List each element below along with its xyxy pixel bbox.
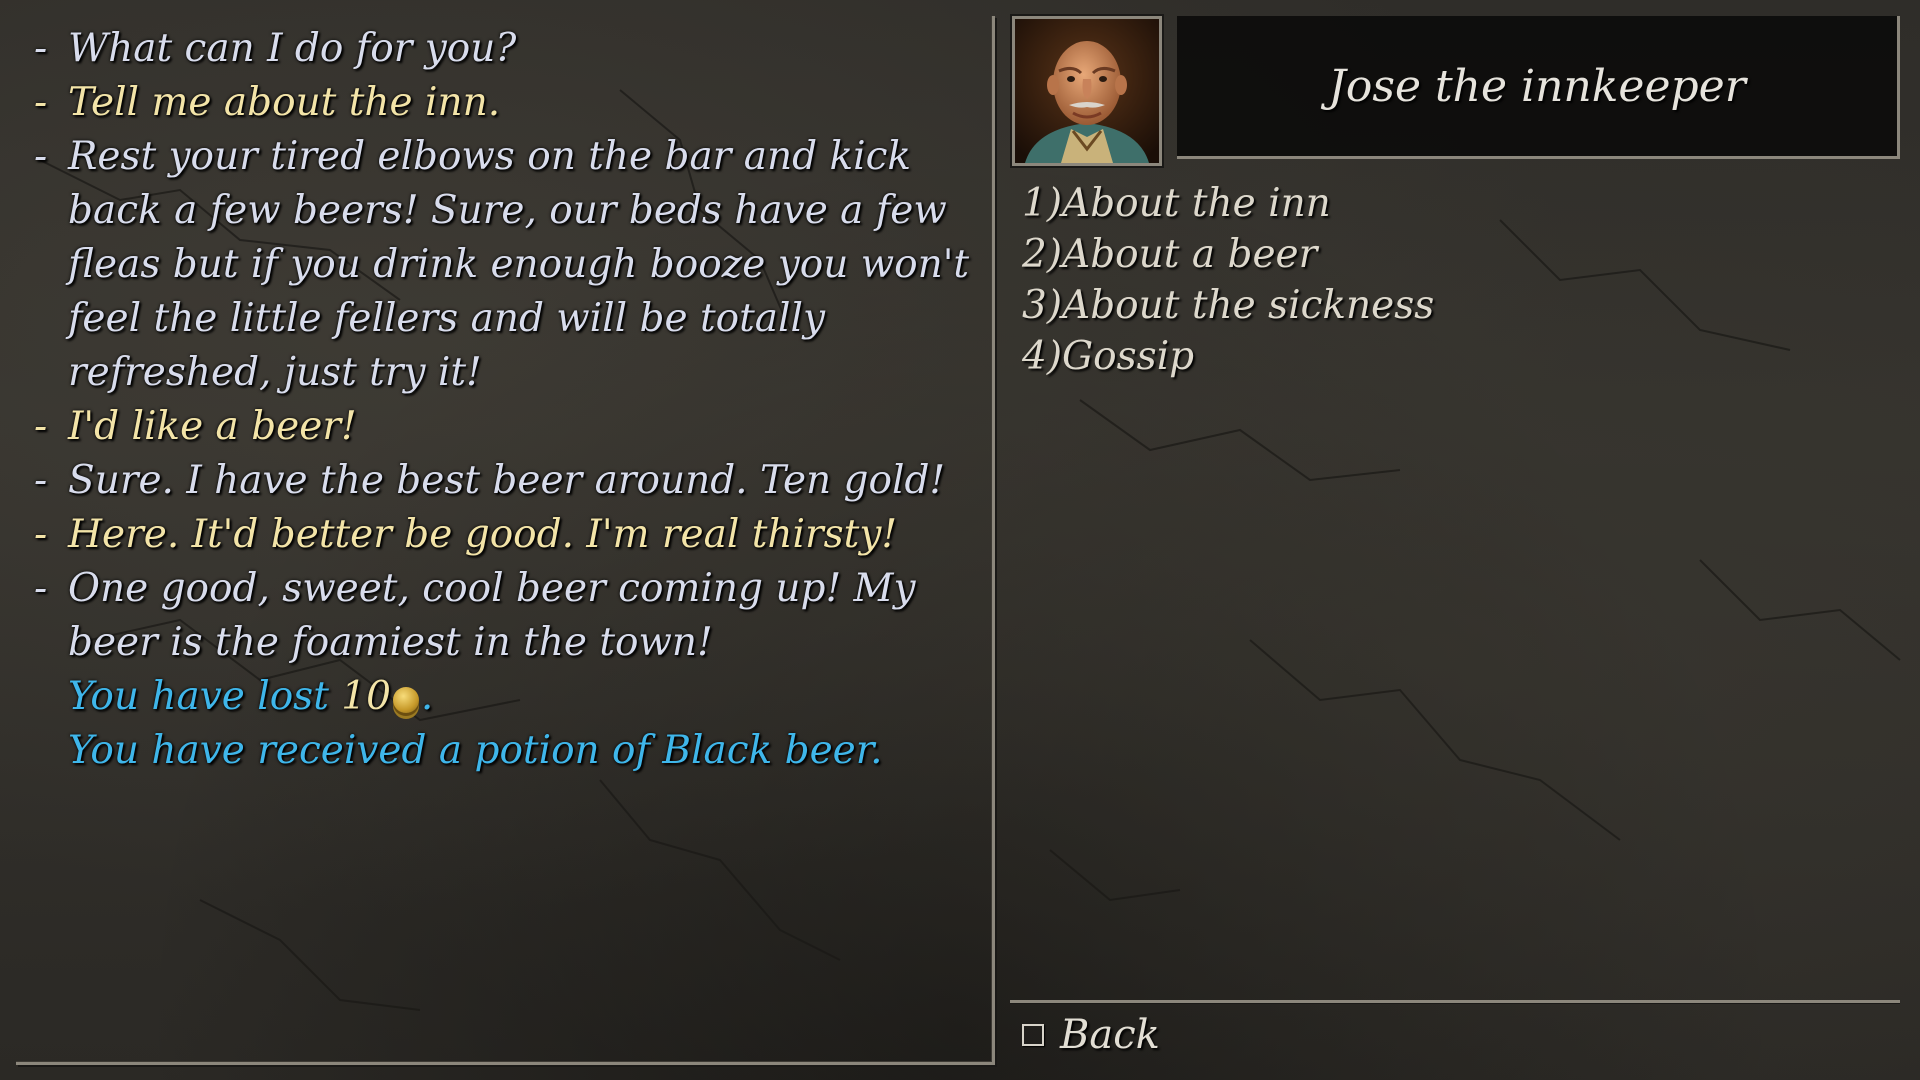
option-label: Gossip: [1062, 334, 1195, 379]
log-text: Sure. I have the best beer around. Ten g…: [68, 458, 946, 503]
option-label: About the inn: [1062, 181, 1331, 226]
log-text: Tell me about the inn.: [68, 80, 501, 125]
log-text: One good, sweet, cool beer coming up! My…: [68, 566, 916, 665]
innkeeper-portrait: [1012, 16, 1162, 166]
npc-name-banner: Jose the innkeeper: [1177, 16, 1900, 159]
option-label: About the sickness: [1062, 283, 1435, 328]
log-dash: -: [34, 26, 48, 71]
checkbox-icon: [1022, 1024, 1044, 1046]
system-text: You have received a potion of Black beer…: [68, 728, 883, 773]
log-dash: -: [34, 512, 48, 557]
dialog-log: - What can I do for you? - Tell me about…: [28, 22, 988, 778]
dialog-option-about-sickness[interactable]: 3)About the sickness: [1022, 280, 1882, 331]
dialog-option-about-beer[interactable]: 2)About a beer: [1022, 229, 1882, 280]
gold-coin-icon: [392, 687, 419, 713]
log-text: What can I do for you?: [68, 26, 517, 71]
log-dash: -: [34, 404, 48, 449]
gold-amount: 10: [341, 674, 391, 719]
log-dash: -: [34, 134, 48, 179]
log-line: - Here. It'd better be good. I'm real th…: [28, 508, 988, 562]
option-number: 3): [1022, 283, 1063, 328]
log-line: - Sure. I have the best beer around. Ten…: [28, 454, 988, 508]
log-text: I'd like a beer!: [68, 404, 357, 449]
dialog-option-gossip[interactable]: 4)Gossip: [1022, 331, 1882, 382]
option-label: About a beer: [1062, 232, 1318, 277]
log-line: - What can I do for you?: [28, 22, 988, 76]
back-label: Back: [1060, 1012, 1160, 1058]
option-number: 4): [1022, 334, 1063, 379]
npc-name: Jose the innkeeper: [1328, 60, 1746, 112]
log-line: - One good, sweet, cool beer coming up! …: [28, 562, 988, 670]
option-number: 1): [1022, 181, 1063, 226]
system-message-gold-lost: You have lost 10.: [28, 670, 988, 724]
log-text: Rest your tired elbows on the bar and ki…: [68, 134, 970, 395]
dialog-options-list: 1)About the inn 2)About a beer 3)About t…: [1022, 178, 1882, 382]
system-text: You have lost: [68, 674, 342, 719]
log-line: - I'd like a beer!: [28, 400, 988, 454]
log-dash: -: [34, 80, 48, 125]
log-line: - Rest your tired elbows on the bar and …: [28, 130, 988, 400]
option-number: 2): [1022, 232, 1063, 277]
log-line: - Tell me about the inn.: [28, 76, 988, 130]
innkeeper-portrait-icon: [1015, 19, 1159, 163]
log-dash: -: [34, 458, 48, 503]
system-text-suffix: .: [420, 674, 434, 719]
log-text: Here. It'd better be good. I'm real thir…: [68, 512, 898, 557]
bottom-divider: [1010, 1000, 1900, 1003]
back-button[interactable]: Back: [1022, 1010, 1160, 1060]
system-message-item-received: You have received a potion of Black beer…: [28, 724, 988, 778]
dialog-log-panel[interactable]: - What can I do for you? - Tell me about…: [16, 16, 995, 1065]
dialog-option-about-inn[interactable]: 1)About the inn: [1022, 178, 1882, 229]
log-dash: -: [34, 566, 48, 611]
